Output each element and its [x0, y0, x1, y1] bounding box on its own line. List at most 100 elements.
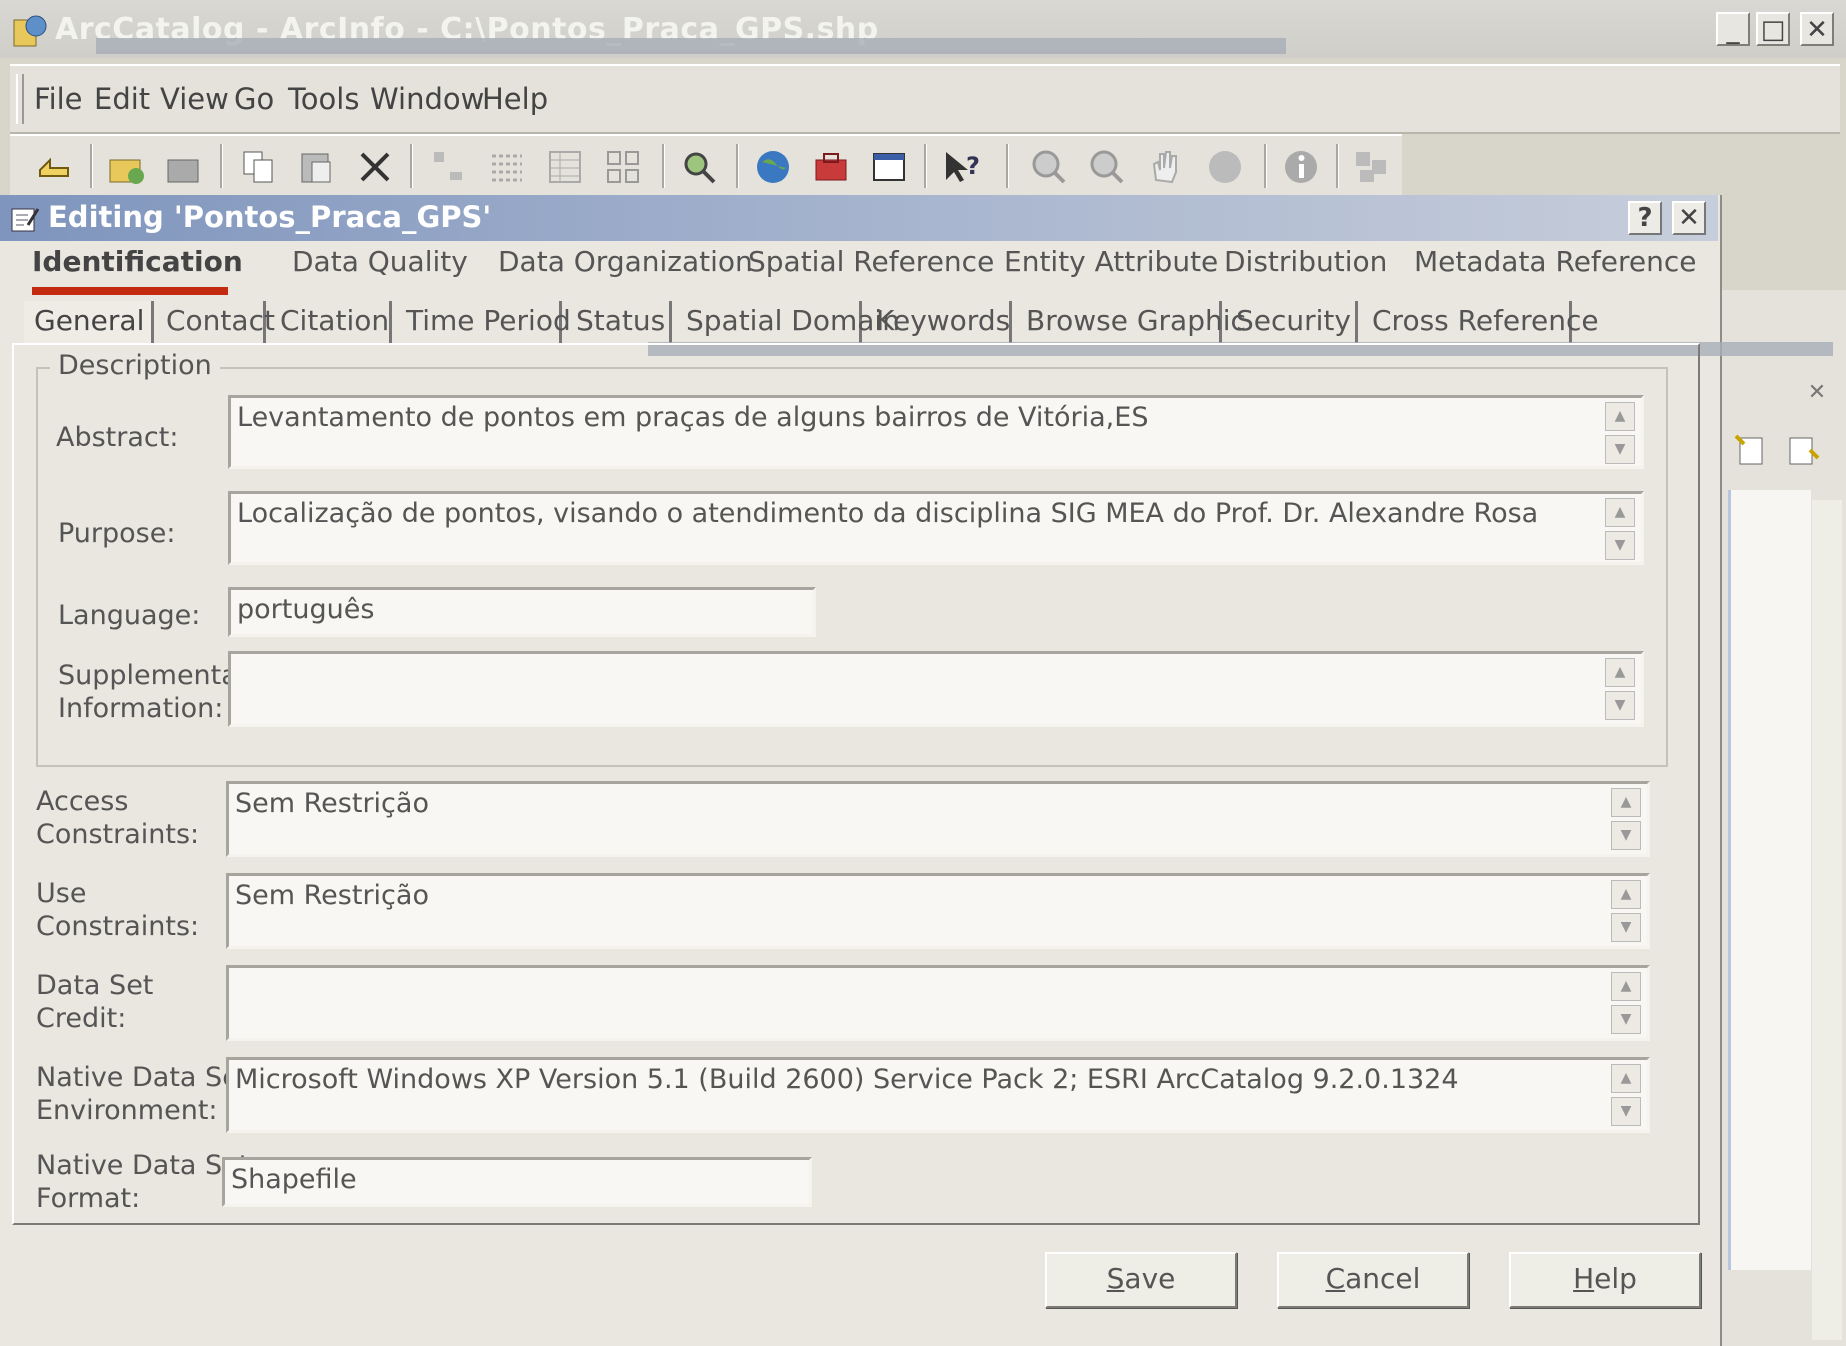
- create-thumbnail-icon[interactable]: [1350, 146, 1392, 188]
- native-format-field[interactable]: Shapefile: [222, 1157, 812, 1207]
- scroll-down-icon[interactable]: ▼: [1611, 913, 1641, 942]
- arctoolbox-icon[interactable]: [810, 146, 852, 188]
- command-line-icon[interactable]: [868, 146, 910, 188]
- menu-go[interactable]: Go: [234, 82, 274, 116]
- close-app-button[interactable]: ✕: [1800, 12, 1834, 46]
- subtab-status[interactable]: Status: [566, 301, 672, 343]
- close-panel-icon[interactable]: ✕: [1802, 380, 1832, 408]
- title-overlay-strip: [96, 38, 1286, 54]
- abstract-scroll[interactable]: ▲ ▼: [1605, 402, 1635, 464]
- scroll-up-icon[interactable]: ▲: [1605, 498, 1635, 527]
- scroll-down-icon[interactable]: ▼: [1605, 691, 1635, 720]
- use-scroll[interactable]: ▲ ▼: [1611, 880, 1641, 942]
- subtab-spatial-domain[interactable]: Spatial Domain: [676, 301, 900, 343]
- subtab-browse-graphic[interactable]: Browse Graphic: [1016, 301, 1246, 343]
- scroll-up-icon[interactable]: ▲: [1605, 402, 1635, 431]
- dialog-titlebar[interactable]: Editing 'Pontos_Praca_GPS' ? ✕: [0, 195, 1718, 241]
- menu-file[interactable]: File: [34, 82, 83, 116]
- subtab-citation[interactable]: Citation: [270, 301, 392, 343]
- tab-metadata-reference[interactable]: Metadata Reference: [1414, 245, 1697, 278]
- save-button[interactable]: Save: [1045, 1252, 1237, 1308]
- scroll-up-icon[interactable]: ▲: [1611, 972, 1641, 1001]
- data-set-credit-field[interactable]: ▲ ▼: [226, 965, 1650, 1041]
- dialog-help-button[interactable]: ?: [1628, 201, 1662, 235]
- catalog-content-area[interactable]: [1728, 490, 1811, 1270]
- use-constraints-field[interactable]: Sem Restrição ▲ ▼: [226, 873, 1650, 949]
- vertical-scrollbar[interactable]: [1812, 500, 1842, 1340]
- identify-icon[interactable]: [1280, 146, 1322, 188]
- dialog-close-button[interactable]: ✕: [1672, 201, 1706, 235]
- supplemental-info-field[interactable]: ▲ ▼: [228, 651, 1644, 727]
- subtab-security[interactable]: Security: [1226, 301, 1358, 343]
- tab-entity-attribute[interactable]: Entity Attribute: [1004, 245, 1218, 278]
- language-label: Language:: [58, 600, 201, 631]
- supplemental-label-line1: Supplemental: [58, 660, 246, 691]
- scroll-up-icon[interactable]: ▲: [1611, 788, 1641, 817]
- toolbar-separator: [736, 144, 739, 188]
- format-label-line1: Native Data Set: [36, 1150, 250, 1181]
- scroll-down-icon[interactable]: ▼: [1611, 821, 1641, 850]
- import-metadata-icon[interactable]: [1730, 430, 1770, 470]
- environment-label-line1: Native Data Set: [36, 1062, 250, 1093]
- tab-spatial-reference[interactable]: Spatial Reference: [748, 245, 994, 278]
- menu-help[interactable]: Help: [482, 82, 548, 116]
- thumbnails-icon[interactable]: [602, 146, 644, 188]
- large-icons-icon[interactable]: [428, 146, 470, 188]
- copy-icon[interactable]: [238, 146, 280, 188]
- help-button[interactable]: Help: [1509, 1252, 1701, 1308]
- subtab-cross-reference[interactable]: Cross Reference: [1362, 301, 1599, 343]
- tab-data-organization[interactable]: Data Organization: [498, 245, 753, 278]
- scroll-up-icon[interactable]: ▲: [1611, 1064, 1641, 1093]
- export-metadata-icon[interactable]: [1784, 430, 1824, 470]
- tab-distribution[interactable]: Distribution: [1224, 245, 1387, 278]
- details-icon[interactable]: [544, 146, 586, 188]
- native-environment-field[interactable]: Microsoft Windows XP Version 5.1 (Build …: [226, 1057, 1650, 1133]
- dialog-title: Editing 'Pontos_Praca_GPS': [48, 200, 492, 234]
- zoom-in-icon[interactable]: [1028, 146, 1070, 188]
- menubar-grip[interactable]: [16, 74, 24, 124]
- scroll-down-icon[interactable]: ▼: [1605, 531, 1635, 560]
- scroll-up-icon[interactable]: ▲: [1611, 880, 1641, 909]
- arccatalog-icon: [13, 15, 47, 47]
- abstract-field[interactable]: Levantamento de pontos em praças de algu…: [228, 395, 1644, 469]
- connect-folder-icon[interactable]: [106, 146, 148, 188]
- minimize-button[interactable]: _: [1716, 12, 1750, 46]
- language-field[interactable]: português: [228, 587, 816, 637]
- maximize-button[interactable]: □: [1756, 12, 1790, 46]
- up-one-level-icon[interactable]: [34, 146, 76, 188]
- toolbar-separator: [220, 144, 223, 188]
- access-scroll[interactable]: ▲ ▼: [1611, 788, 1641, 850]
- whats-this-icon[interactable]: ?: [940, 146, 982, 188]
- menu-tools[interactable]: Tools: [288, 82, 359, 116]
- pan-icon[interactable]: [1144, 146, 1186, 188]
- disconnect-folder-icon[interactable]: [164, 146, 206, 188]
- scroll-down-icon[interactable]: ▼: [1611, 1005, 1641, 1034]
- purpose-scroll[interactable]: ▲ ▼: [1605, 498, 1635, 560]
- menu-edit[interactable]: Edit: [94, 82, 150, 116]
- scroll-down-icon[interactable]: ▼: [1611, 1097, 1641, 1126]
- access-constraints-field[interactable]: Sem Restrição ▲ ▼: [226, 781, 1650, 857]
- search-icon[interactable]: [678, 146, 720, 188]
- credit-scroll[interactable]: ▲ ▼: [1611, 972, 1641, 1034]
- launch-arcmap-icon[interactable]: [752, 146, 794, 188]
- scroll-up-icon[interactable]: ▲: [1605, 658, 1635, 687]
- subtab-time-period[interactable]: Time Period: [396, 301, 571, 343]
- delete-icon[interactable]: [354, 146, 396, 188]
- list-icon[interactable]: [486, 146, 528, 188]
- app-titlebar[interactable]: ArcCatalog - ArcInfo - C:\Pontos_Praca_G…: [0, 0, 1846, 58]
- paste-icon[interactable]: [296, 146, 338, 188]
- tab-data-quality[interactable]: Data Quality: [292, 245, 468, 278]
- cancel-button[interactable]: Cancel: [1277, 1252, 1469, 1308]
- full-extent-icon[interactable]: [1204, 146, 1246, 188]
- subtab-contact[interactable]: Contact: [156, 301, 275, 343]
- supplemental-scroll[interactable]: ▲ ▼: [1605, 658, 1635, 720]
- menu-window[interactable]: Window: [370, 82, 484, 116]
- purpose-field[interactable]: Localização de pontos, visando o atendim…: [228, 491, 1644, 565]
- tab-identification[interactable]: Identification: [32, 245, 243, 278]
- environment-scroll[interactable]: ▲ ▼: [1611, 1064, 1641, 1126]
- scroll-down-icon[interactable]: ▼: [1605, 435, 1635, 464]
- menu-view[interactable]: View: [160, 82, 229, 116]
- zoom-out-icon[interactable]: [1086, 146, 1128, 188]
- subtab-general[interactable]: General: [24, 301, 154, 343]
- subtab-keywords[interactable]: Keywords: [866, 301, 1012, 343]
